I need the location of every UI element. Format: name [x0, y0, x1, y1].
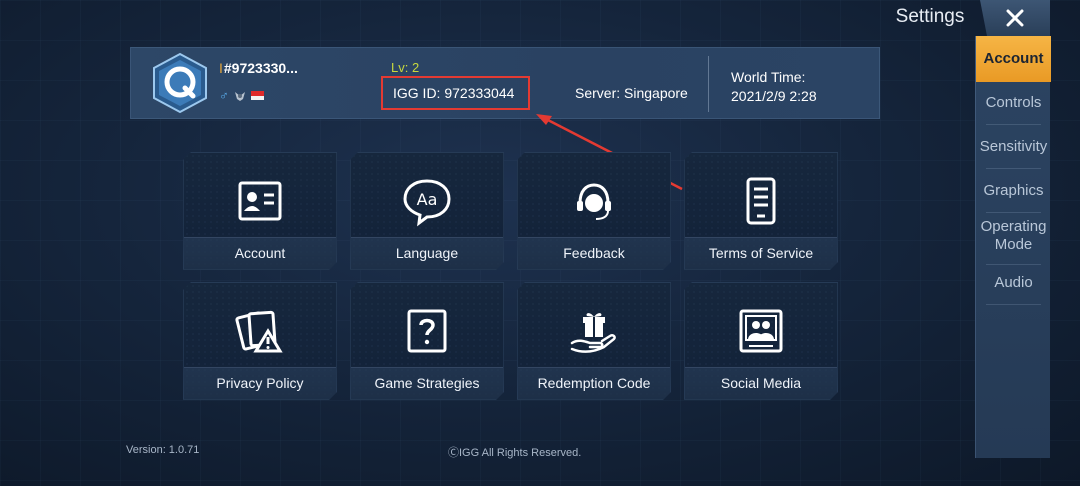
profile-badges: ♂: [219, 88, 264, 103]
privacy-warning-icon: [234, 305, 286, 357]
sidebar-item-graphics[interactable]: Graphics: [976, 182, 1051, 200]
tile-language[interactable]: Aa Language: [350, 152, 504, 270]
male-gender-icon: ♂: [219, 88, 229, 103]
sidebar-divider: [986, 212, 1041, 213]
profile-panel: I#9723330... ♂ Lv: 2 IGG ID: 972333044 S…: [130, 47, 880, 119]
player-level: Lv: 2: [391, 60, 420, 75]
sidebar-divider: [986, 304, 1041, 305]
tile-social-media[interactable]: Social Media: [684, 282, 838, 400]
tile-label: Social Media: [720, 375, 802, 391]
igg-id[interactable]: IGG ID: 972333044: [393, 85, 514, 101]
id-card-icon: [234, 175, 286, 227]
page-title: Settings: [895, 6, 965, 27]
settings-tile-grid: Account Aa Language Feedback Terms of Se…: [183, 152, 838, 400]
tile-label: Privacy Policy: [216, 375, 304, 391]
sidebar-item-sensitivity[interactable]: Sensitivity: [976, 138, 1051, 156]
world-time-label: World Time:: [731, 69, 806, 85]
sidebar-item-account[interactable]: Account: [976, 36, 1051, 82]
sidebar-item-audio[interactable]: Audio: [976, 274, 1051, 292]
username: I#9723330...: [219, 60, 298, 76]
settings-sidebar: Account Controls Sensitivity Graphics Op…: [975, 36, 1051, 458]
avatar[interactable]: [151, 52, 209, 114]
tile-redemption-code[interactable]: Redemption Code: [517, 282, 671, 400]
rank-emblem-icon: [234, 91, 245, 101]
close-button[interactable]: [980, 0, 1050, 36]
tile-label: Feedback: [563, 245, 625, 261]
tile-label: Terms of Service: [708, 245, 814, 261]
version-text: Version: 1.0.71: [126, 444, 200, 456]
tile-label: Game Strategies: [374, 375, 480, 391]
headset-icon: [568, 175, 620, 227]
tile-label: Account: [234, 245, 286, 261]
tile-privacy-policy[interactable]: Privacy Policy: [183, 282, 337, 400]
language-bubble-icon: Aa: [401, 175, 453, 227]
tile-feedback[interactable]: Feedback: [517, 152, 671, 270]
server-label: Server: Singapore: [575, 85, 688, 101]
question-box-icon: [401, 305, 453, 357]
copyright-text: ⒸIGG All Rights Reserved.: [448, 447, 582, 459]
gift-hand-icon: [568, 305, 620, 357]
svg-text:Aa: Aa: [417, 190, 438, 209]
username-prefix: I: [219, 60, 223, 76]
world-time-value: 2021/2/9 2:28: [731, 88, 817, 104]
flag-icon: [250, 91, 264, 100]
sidebar-item-operating-mode[interactable]: Operating Mode: [976, 218, 1051, 254]
username-text: #9723330...: [223, 60, 298, 76]
tile-terms-of-service[interactable]: Terms of Service: [684, 152, 838, 270]
community-icon: [735, 305, 787, 357]
igg-id-highlight-box: IGG ID: 972333044: [381, 76, 530, 110]
sidebar-divider: [986, 264, 1041, 265]
tile-game-strategies[interactable]: Game Strategies: [350, 282, 504, 400]
tile-account[interactable]: Account: [183, 152, 337, 270]
divider: [708, 56, 709, 112]
sidebar-divider: [986, 168, 1041, 169]
document-icon: [735, 175, 787, 227]
tile-label: Language: [395, 245, 459, 261]
sidebar-divider: [986, 124, 1041, 125]
sidebar-item-controls[interactable]: Controls: [976, 94, 1051, 112]
close-icon: [1006, 9, 1024, 27]
tile-label: Redemption Code: [537, 375, 651, 391]
